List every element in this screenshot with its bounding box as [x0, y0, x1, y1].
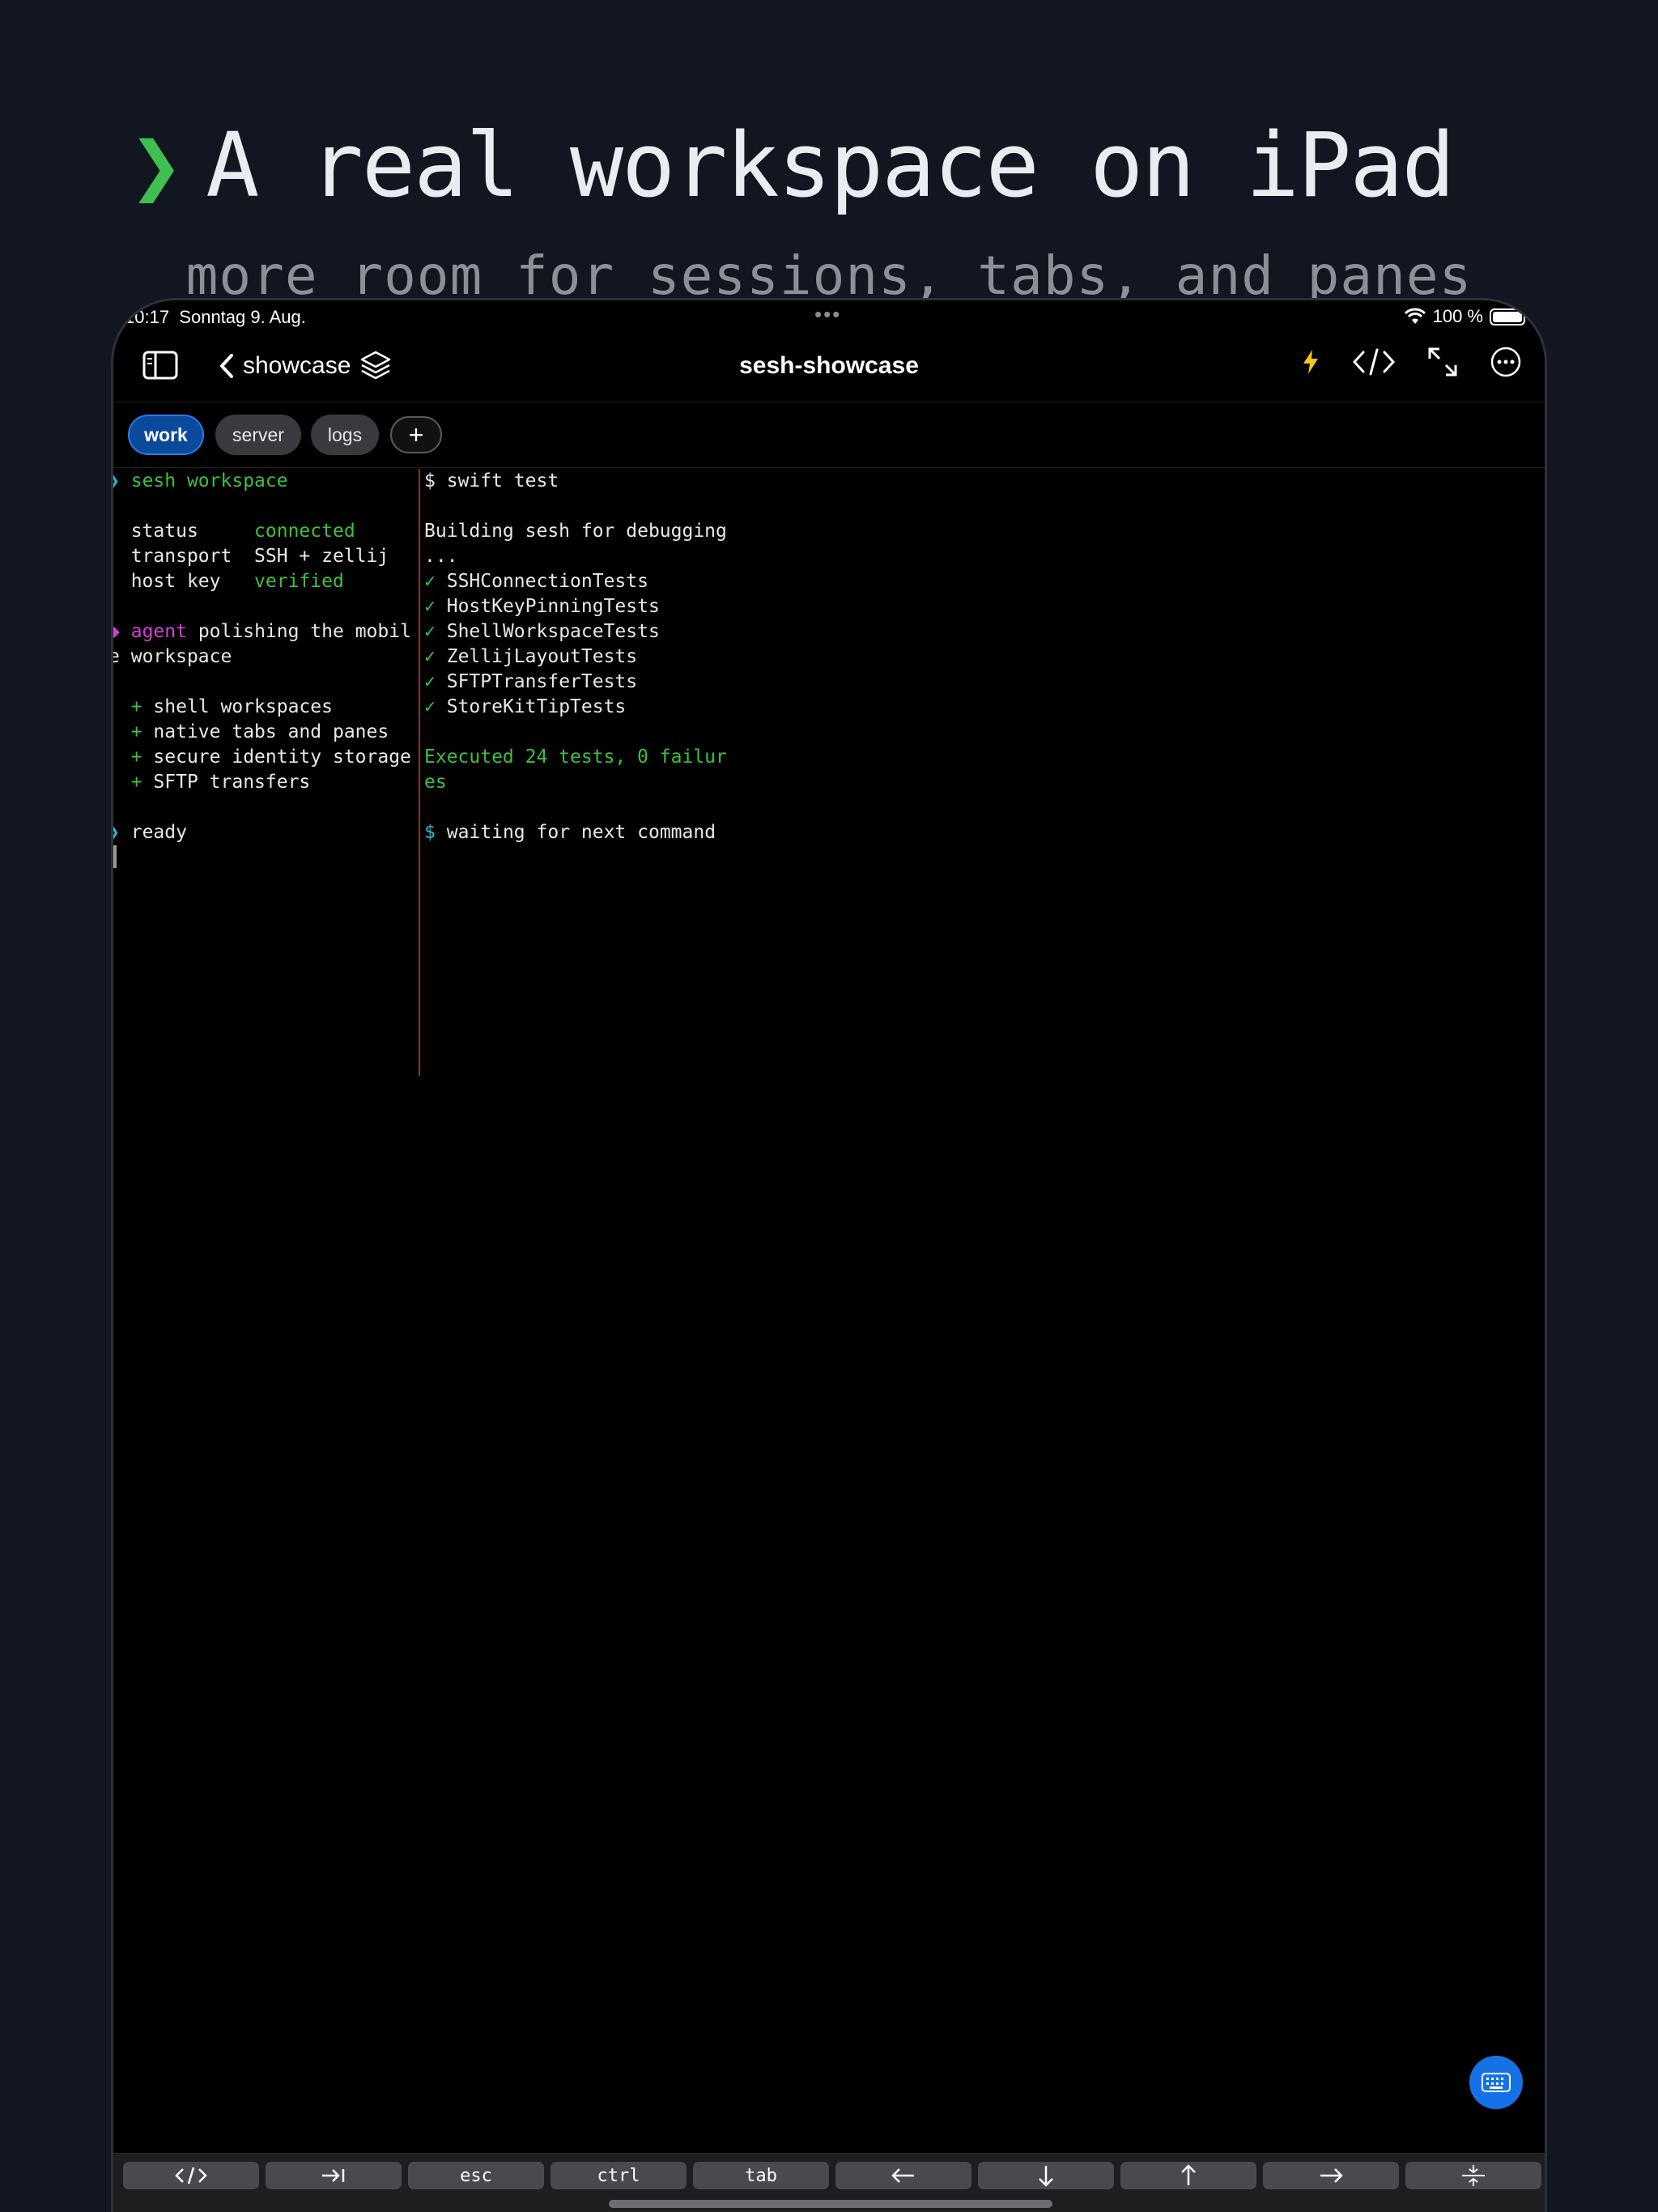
build-line: ...	[424, 546, 458, 567]
shell-prompt: $	[424, 470, 436, 491]
build-line: Building sesh for debugging	[424, 521, 727, 542]
waiting-text: waiting for next command	[446, 822, 716, 843]
arrow-up-key[interactable]	[1120, 2162, 1256, 2189]
feature-item: SFTP transfers	[153, 772, 311, 793]
tab-right-key[interactable]	[266, 2162, 402, 2189]
agent-label: agent	[130, 621, 187, 642]
agent-text-2: workspace	[130, 646, 232, 667]
sidebar-toggle-icon[interactable]	[142, 351, 178, 380]
status-date: Sonntag 9. Aug.	[179, 307, 306, 327]
navigation-bar: showcase sesh-showcase	[113, 334, 1545, 402]
command-text: swift test	[446, 470, 559, 491]
tab-server[interactable]: server	[215, 415, 301, 455]
agent-glyph: ◆	[113, 621, 120, 642]
add-tab-button[interactable]: +	[390, 416, 442, 453]
arrow-right-icon	[1320, 2168, 1343, 2183]
esc-key[interactable]: esc	[408, 2162, 544, 2189]
ctrl-key[interactable]: ctrl	[551, 2162, 687, 2189]
tab-work[interactable]: work	[128, 415, 204, 455]
test-result: ShellWorkspaceTests	[446, 621, 660, 642]
pane-divider[interactable]	[419, 469, 420, 1076]
split-key[interactable]	[1405, 2162, 1541, 2189]
tab-right-icon	[322, 2169, 345, 2182]
layers-icon[interactable]	[359, 349, 393, 383]
wifi-icon	[1404, 308, 1426, 324]
row-key: host key	[130, 571, 221, 592]
session-tab-bar: work server logs +	[113, 403, 1545, 468]
battery-icon	[1490, 308, 1525, 325]
multitask-dots[interactable]: •••	[814, 302, 841, 327]
hero-chevron: ❯	[130, 113, 183, 217]
tab-logs[interactable]: logs	[311, 415, 379, 455]
terminal-cursor	[113, 845, 117, 868]
test-summary-wrap: es	[424, 772, 447, 793]
arrow-up-icon	[1181, 2164, 1196, 2185]
agent-text-wrap: e	[113, 646, 120, 667]
prompt-glyph: ❯	[113, 470, 120, 491]
row-key: status	[130, 521, 198, 542]
terminal-pane-right[interactable]: $ swift test Building sesh for debugging…	[424, 469, 1541, 845]
code-key[interactable]	[123, 2162, 259, 2189]
lightning-icon[interactable]	[1300, 348, 1321, 376]
back-label: showcase	[243, 352, 351, 379]
status-right: 100 %	[1404, 306, 1525, 327]
test-result: SFTPTransferTests	[446, 671, 638, 692]
chevron-left-icon	[220, 354, 233, 378]
arrow-right-key[interactable]	[1263, 2162, 1399, 2189]
feature-item: secure identity storage	[153, 747, 411, 768]
test-result: SSHConnectionTests	[446, 571, 648, 592]
row-key: transport	[130, 546, 232, 567]
ready-text: ready	[130, 822, 187, 843]
row-value: connected	[254, 521, 355, 542]
more-icon[interactable]	[1490, 346, 1522, 378]
hero-title-text: A real workspace on iPad	[206, 113, 1455, 217]
back-button[interactable]: showcase	[219, 349, 393, 383]
shell-prompt: $	[424, 822, 436, 843]
code-icon[interactable]	[1352, 347, 1396, 376]
row-value: verified	[254, 571, 344, 592]
status-time: 10:17 Sonntag 9. Aug.	[125, 307, 306, 327]
arrow-down-icon	[1039, 2166, 1053, 2187]
ready-glyph: ❯	[113, 822, 120, 843]
keyboard-toggle-button[interactable]	[1469, 2056, 1523, 2109]
workspace-header: sesh workspace	[130, 470, 288, 491]
arrow-down-key[interactable]	[978, 2162, 1114, 2189]
arrow-left-key[interactable]	[835, 2162, 971, 2189]
test-result: HostKeyPinningTests	[446, 596, 660, 617]
feature-item: native tabs and panes	[153, 721, 389, 742]
feature-item: shell workspaces	[153, 696, 333, 717]
test-result: ZellijLayoutTests	[446, 646, 638, 667]
nav-actions	[1300, 346, 1522, 378]
ipad-screen: 10:17 Sonntag 9. Aug. ••• 100 % showcase…	[111, 298, 1547, 2212]
arrow-left-icon	[891, 2168, 914, 2183]
row-value: SSH + zellij	[254, 546, 389, 567]
tab-key[interactable]: tab	[693, 2162, 829, 2189]
terminal-pane-left[interactable]: ❯ sesh workspace status connected transp…	[113, 469, 413, 1076]
status-bar: 10:17 Sonntag 9. Aug. ••• 100 %	[113, 300, 1545, 334]
keyboard-icon	[1482, 2073, 1511, 2092]
expand-icon[interactable]	[1426, 346, 1459, 378]
agent-text: polishing the mobil	[198, 621, 411, 642]
code-icon	[175, 2167, 207, 2184]
home-indicator[interactable]	[609, 2200, 1052, 2208]
battery-percent: 100 %	[1432, 306, 1483, 326]
test-result: StoreKitTipTests	[446, 696, 627, 717]
split-icon	[1462, 2165, 1485, 2186]
hero-title: ❯ A real workspace on iPad	[130, 113, 1456, 217]
test-summary: Executed 24 tests, 0 failur	[424, 747, 727, 768]
